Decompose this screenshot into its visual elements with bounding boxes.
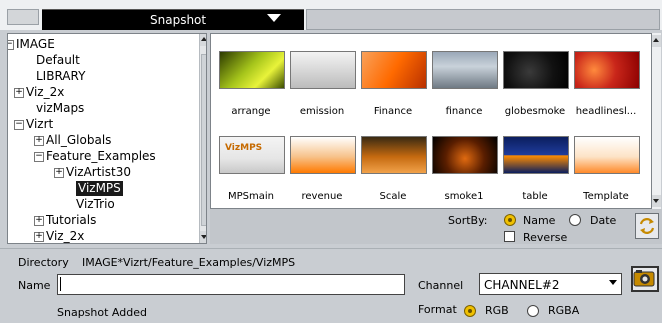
channel-select[interactable]: CHANNEL#2 xyxy=(479,273,622,295)
thumbnail-label: table xyxy=(522,191,548,202)
scroll-down-icon[interactable] xyxy=(652,195,661,207)
sort-bar: SortBy: Name Date Reverse xyxy=(210,209,662,244)
tree-expander-icon[interactable]: + xyxy=(54,168,64,178)
tree-node[interactable]: Tutorials xyxy=(46,213,96,228)
tree-node[interactable]: VizTrio xyxy=(76,197,115,212)
status-text: Snapshot Added xyxy=(57,306,147,319)
sort-date-radio[interactable] xyxy=(569,214,581,226)
camera-icon xyxy=(633,270,655,287)
sort-name-label: Name xyxy=(523,214,556,227)
directory-label: Directory xyxy=(18,256,69,269)
sortby-label: SortBy: xyxy=(448,214,488,227)
snapshot-thumbnail[interactable] xyxy=(574,136,640,174)
tree-node[interactable]: VizArtist30 xyxy=(66,165,131,180)
format-label: Format xyxy=(418,303,457,316)
snapshot-thumbnail[interactable] xyxy=(219,51,285,89)
name-input[interactable] xyxy=(57,274,405,295)
scroll-up-icon[interactable] xyxy=(652,35,661,47)
reverse-checkbox[interactable] xyxy=(504,231,515,242)
channel-value: CHANNEL#2 xyxy=(484,278,560,292)
panel-toggle-button[interactable] xyxy=(7,9,39,25)
channel-label: Channel xyxy=(418,279,464,292)
format-rgb-radio[interactable] xyxy=(464,305,476,317)
thumbnail-label: emission xyxy=(299,106,345,117)
snapshot-thumbnail[interactable] xyxy=(290,51,356,89)
tree-node[interactable]: Default xyxy=(36,53,80,68)
scroll-down-icon[interactable] xyxy=(200,231,206,243)
tree-node[interactable]: VizMPS xyxy=(76,181,123,196)
tree-node[interactable]: Viz_2x xyxy=(46,229,84,243)
thumbnail-label: Scale xyxy=(379,191,407,202)
thumbnail-label: revenue xyxy=(301,191,343,202)
tree-scroll-thumb[interactable] xyxy=(201,54,206,226)
snapshot-thumbnail[interactable] xyxy=(432,136,498,174)
thumbnail-label: Template xyxy=(583,191,629,202)
thumbnail-label: headlinesl... xyxy=(575,106,637,117)
snapshot-thumbnail[interactable] xyxy=(361,136,427,174)
snapshot-thumbnail[interactable] xyxy=(574,51,640,89)
tree-expander-icon[interactable]: + xyxy=(34,232,44,242)
thumbnail-label: globesmoke xyxy=(504,106,566,117)
text-caret xyxy=(60,277,61,291)
sort-date-label: Date xyxy=(590,214,617,227)
name-label: Name xyxy=(18,279,51,292)
thumbnail-overlay-text: VizMPS xyxy=(225,143,263,153)
tree-node[interactable]: All_Globals xyxy=(46,133,111,148)
snapshot-thumbnail[interactable] xyxy=(503,51,569,89)
tree-expander-icon[interactable]: − xyxy=(8,40,14,50)
scroll-up-icon[interactable] xyxy=(200,34,206,46)
reverse-label: Reverse xyxy=(523,231,568,244)
snapshot-button[interactable] xyxy=(631,266,659,292)
thumbnail-scrollbar[interactable] xyxy=(652,33,661,209)
thumbnail-label: Finance xyxy=(373,106,413,117)
tree-node[interactable]: Viz_2x xyxy=(26,85,64,100)
directory-tree[interactable]: −IMAGEDefaultLIBRARY+Viz_2xvizMaps−Vizrt… xyxy=(7,33,207,244)
tree-node[interactable]: LIBRARY xyxy=(36,69,85,84)
thumbnail-grid[interactable]: arrange emission Finance finance globesmoke h… xyxy=(210,33,652,209)
snapshot-thumbnail[interactable] xyxy=(432,51,498,89)
tree-expander-icon[interactable]: + xyxy=(34,216,44,226)
snapshot-thumbnail[interactable] xyxy=(503,136,569,174)
format-rgba-radio[interactable] xyxy=(527,305,539,317)
refresh-button[interactable] xyxy=(635,213,659,239)
directory-path: IMAGE*Vizrt/Feature_Examples/VizMPS xyxy=(82,256,296,269)
format-rgb-label: RGB xyxy=(485,304,509,317)
dropdown-arrow-icon[interactable] xyxy=(267,14,281,22)
tree-expander-icon[interactable]: + xyxy=(34,136,44,146)
snapshot-title: Snapshot xyxy=(150,13,207,27)
thumbnail-label: arrange xyxy=(231,106,271,117)
tree-node[interactable]: IMAGE xyxy=(16,37,55,52)
top-bar-filler xyxy=(306,9,660,30)
tree-scrollbar[interactable] xyxy=(199,34,206,243)
tree-node[interactable]: Vizrt xyxy=(26,117,53,132)
refresh-icon xyxy=(639,218,655,234)
thumbnail-label: smoke1 xyxy=(444,191,484,202)
snapshot-thumbnail[interactable] xyxy=(361,51,427,89)
tree-expander-icon[interactable]: − xyxy=(34,152,44,162)
chevron-down-icon xyxy=(609,280,617,285)
sort-name-radio[interactable] xyxy=(504,214,516,226)
thumbnail-label: MPSmain xyxy=(228,191,274,202)
tree-node[interactable]: Feature_Examples xyxy=(46,149,156,164)
snapshot-tab[interactable]: Snapshot xyxy=(42,9,304,30)
bottom-panel: Directory IMAGE*Vizrt/Feature_Examples/V… xyxy=(0,248,662,323)
format-rgba-label: RGBA xyxy=(548,304,580,317)
snapshot-thumbnail[interactable] xyxy=(290,136,356,174)
thumbnail-label: finance xyxy=(445,106,483,117)
tree-expander-icon[interactable]: + xyxy=(14,88,24,98)
tree-expander-icon[interactable]: − xyxy=(14,120,24,130)
snapshot-thumbnail[interactable]: VizMPS xyxy=(219,136,285,174)
tree-node[interactable]: vizMaps xyxy=(36,101,84,116)
